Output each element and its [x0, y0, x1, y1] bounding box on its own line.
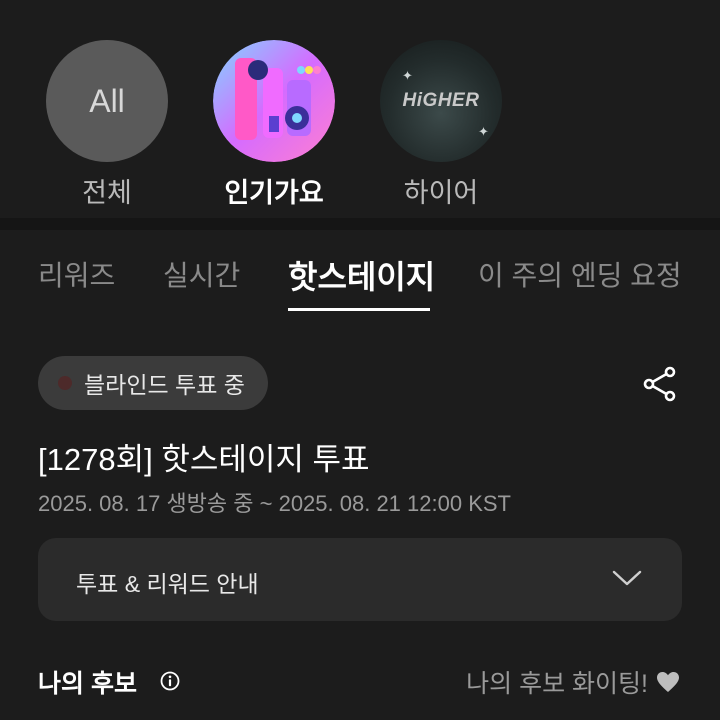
vote-period: 2025. 08. 17 생방송 중 ~ 2025. 08. 21 12:00 … [38, 491, 511, 516]
higher-logo-text: HiGHER [402, 90, 480, 111]
status-dot-icon [58, 376, 72, 390]
program-item-inkigayo[interactable]: 인기가요 [212, 40, 336, 210]
tab-ending-fairy[interactable]: 이 주의 엔딩 요정 [478, 254, 682, 294]
section-divider [0, 218, 720, 230]
cheer-text: 나의 후보 화이팅! [466, 670, 648, 698]
active-tab-indicator [288, 308, 430, 311]
my-candidate-cheer: 나의 후보 화이팅! [466, 664, 680, 700]
status-badge: 블라인드 투표 중 [38, 356, 268, 410]
chevron-down-icon [612, 570, 642, 586]
vote-title: [1278회] 핫스테이지 투표 [38, 442, 370, 477]
program-selector: All 전체 인기가요 ✦ ✦ HiGHER 하이어 [0, 0, 720, 218]
heart-icon [657, 672, 679, 692]
sparkle-icon: ✦ [478, 124, 489, 139]
sparkle-icon: ✦ [402, 68, 413, 83]
inkigayo-logo [213, 40, 335, 162]
accordion-label: 투표 & 리워드 안내 [76, 571, 259, 597]
program-label: 인기가요 [224, 178, 324, 208]
my-candidate-heading: 나의 후보 [38, 670, 137, 698]
program-avatar-text: All [89, 82, 125, 119]
program-avatar-all: All [46, 40, 168, 162]
program-label: 전체 [82, 178, 132, 208]
program-item-higher[interactable]: ✦ ✦ HiGHER 하이어 [379, 40, 503, 210]
program-avatar-higher: ✦ ✦ HiGHER [380, 40, 502, 162]
info-icon[interactable] [160, 671, 180, 691]
tab-bar: 리워즈 실시간 핫스테이지 이 주의 엔딩 요정 [0, 230, 720, 314]
program-item-all[interactable]: All 전체 [45, 40, 169, 210]
program-label: 하이어 [403, 178, 479, 208]
share-icon[interactable] [640, 364, 680, 404]
status-badge-label: 블라인드 투표 중 [84, 372, 245, 398]
tab-hotstage[interactable]: 핫스테이지 [288, 252, 435, 298]
tab-realtime[interactable]: 실시간 [163, 254, 240, 294]
vote-reward-guide-accordion[interactable]: 투표 & 리워드 안내 [38, 538, 682, 621]
tab-rewards[interactable]: 리워즈 [38, 254, 115, 294]
